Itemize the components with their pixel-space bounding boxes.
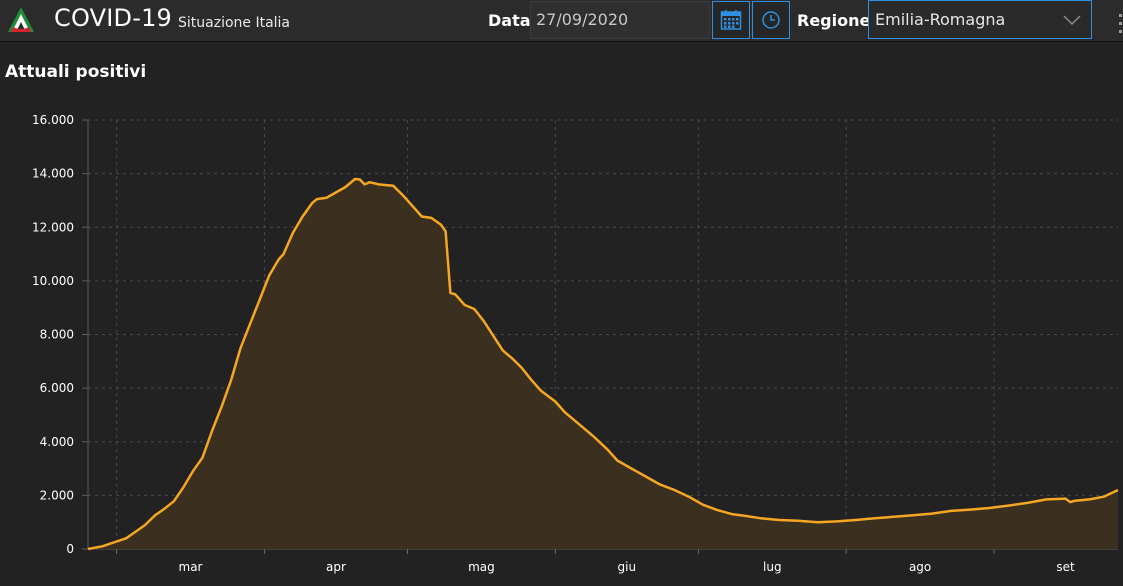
y-tick-label: 2.000: [40, 488, 74, 502]
x-tick-label: giu: [618, 560, 637, 574]
y-tick-label: 14.000: [32, 167, 74, 181]
y-tick-label: 6.000: [40, 381, 74, 395]
x-tick-label: set: [1056, 560, 1075, 574]
y-tick-label: 4.000: [40, 435, 74, 449]
y-tick-label: 16.000: [32, 113, 74, 127]
x-tick-label: lug: [763, 560, 782, 574]
y-tick-label: 12.000: [32, 220, 74, 234]
y-tick-label: 0: [66, 542, 74, 556]
y-tick-label: 10.000: [32, 274, 74, 288]
series-area: [88, 179, 1118, 549]
x-tick-label: mag: [468, 560, 495, 574]
x-tick-label: mar: [179, 560, 203, 574]
y-tick-label: 8.000: [40, 328, 74, 342]
x-tick-label: ago: [909, 560, 931, 574]
chart: 0 2.000 4.000 6.000 8.000 10.000 12.000 14.000 1…: [32, 113, 1119, 574]
x-tick-label: apr: [326, 560, 346, 574]
